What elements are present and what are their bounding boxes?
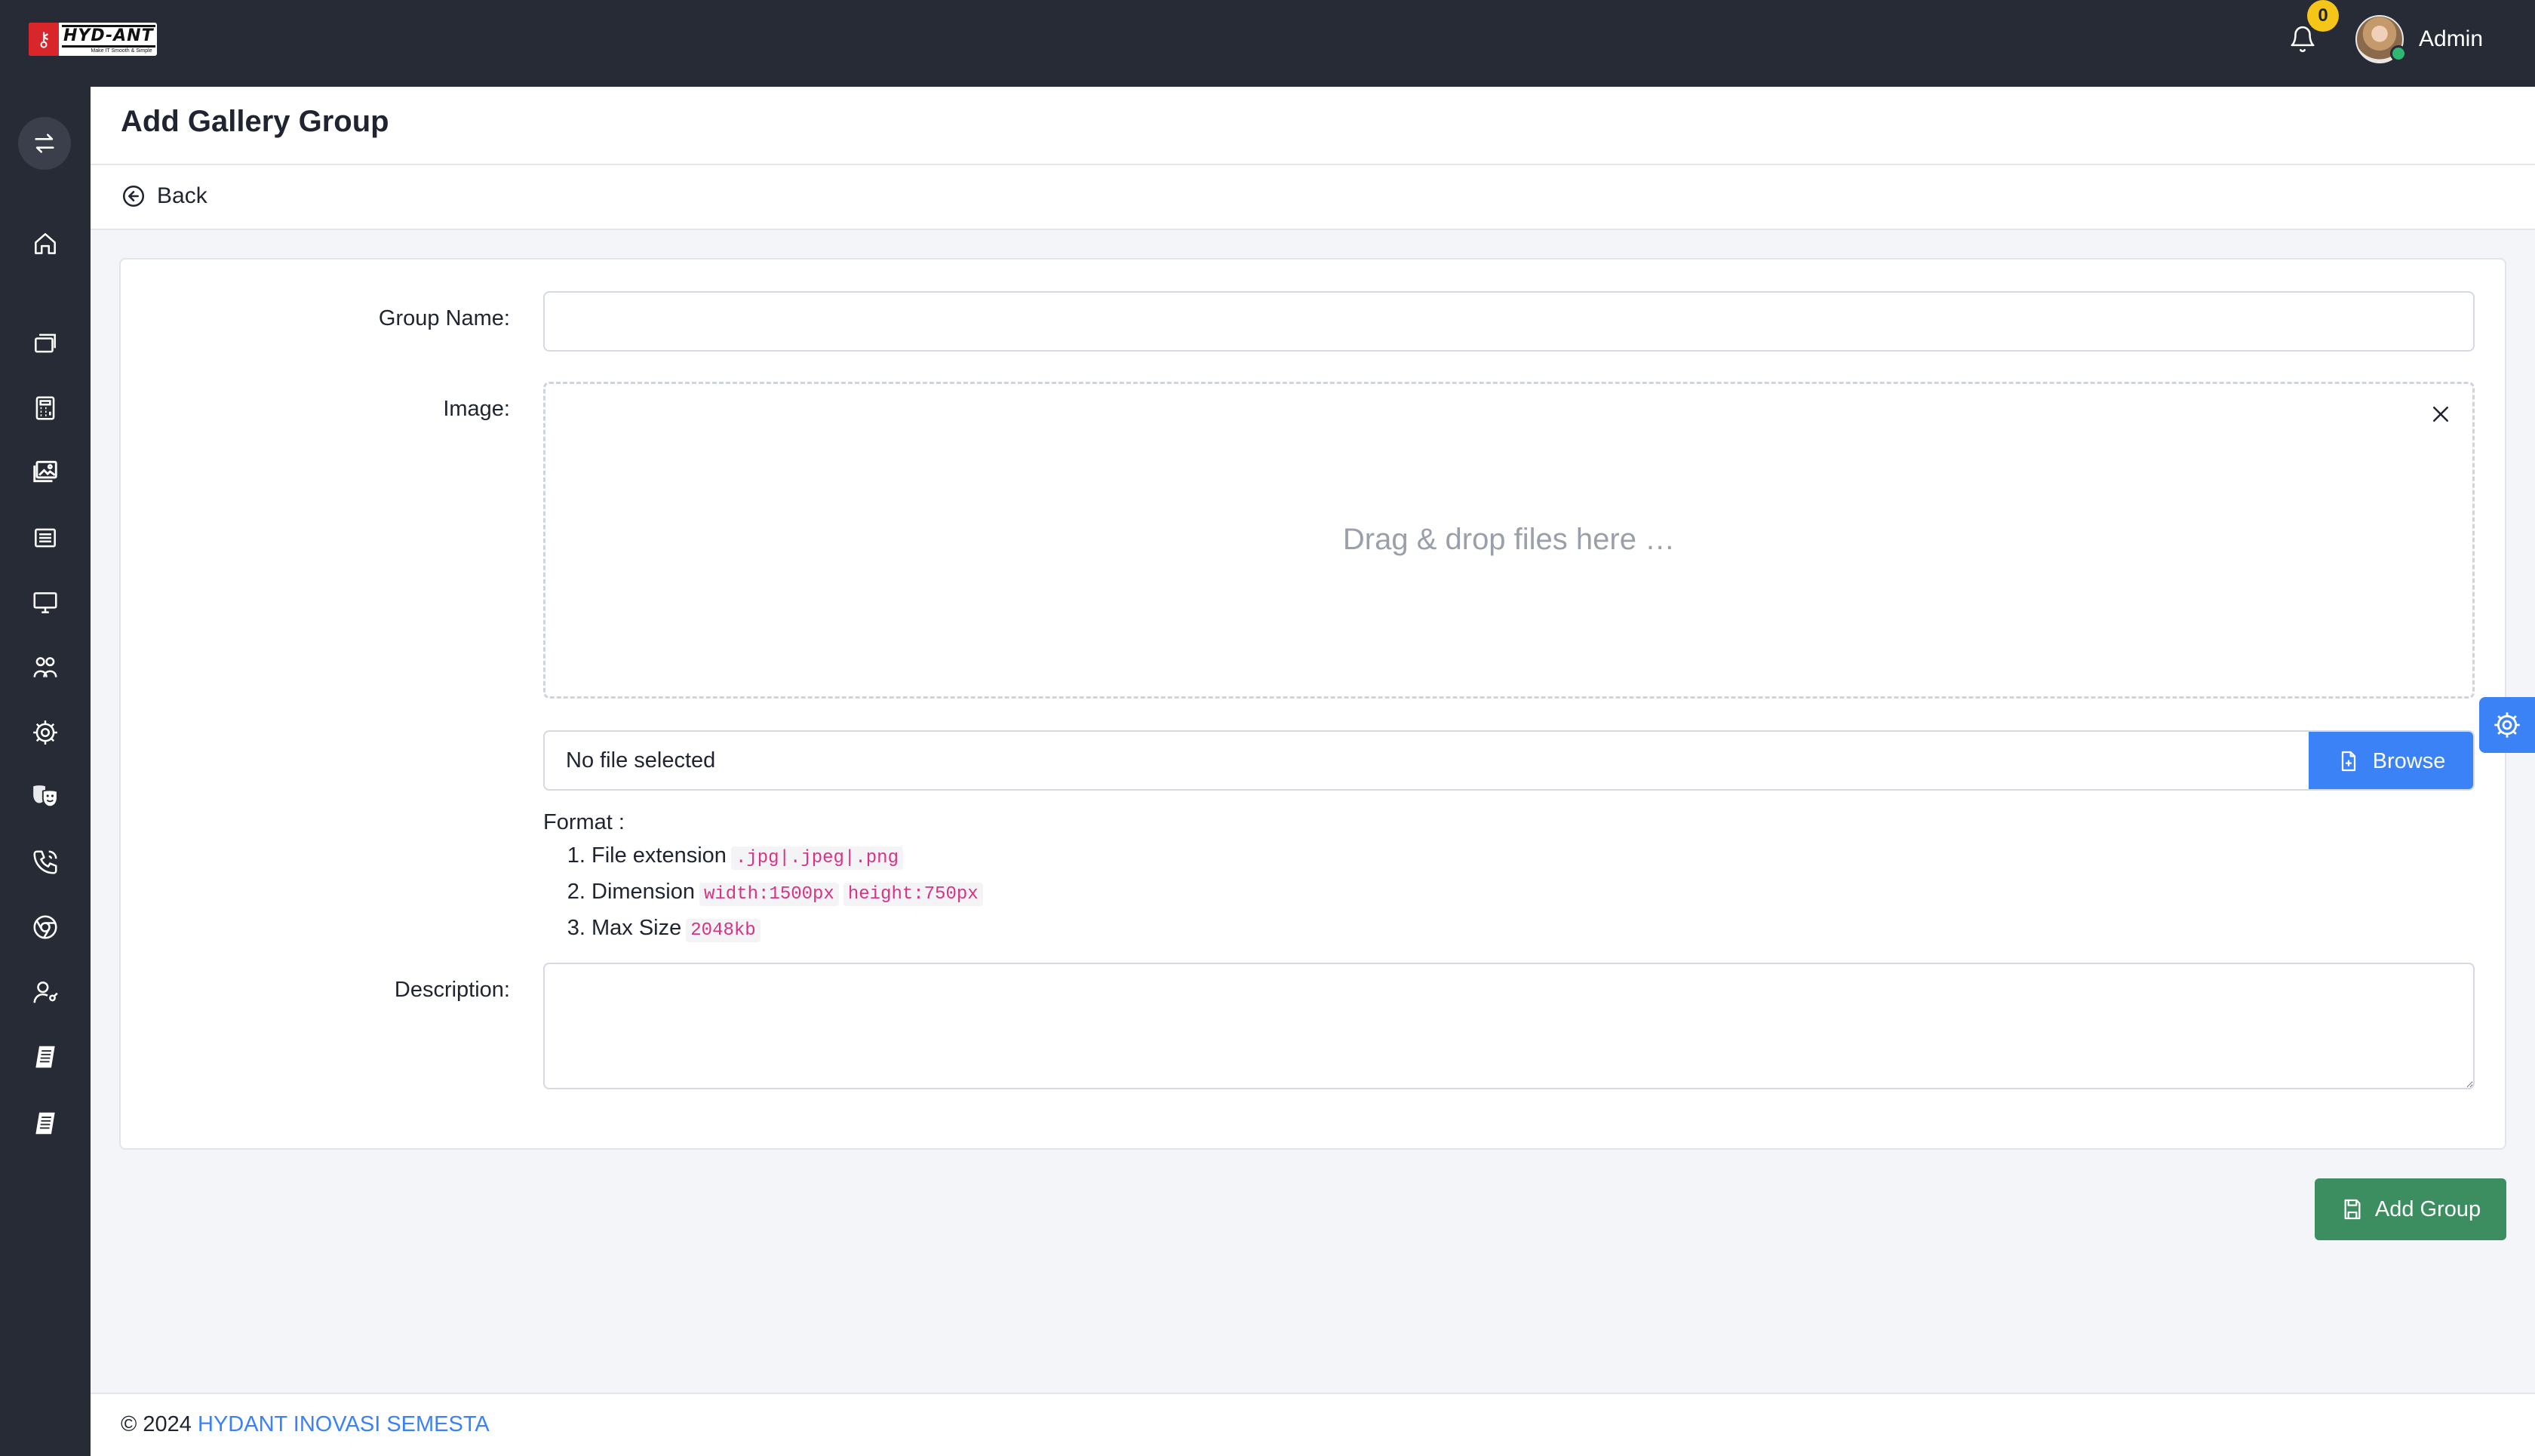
swap-arrows-icon — [35, 134, 54, 153]
logo-text: HYD-ANT — [62, 25, 155, 48]
group-name-input[interactable] — [543, 291, 2475, 352]
settings-panel-toggle[interactable] — [2479, 697, 2535, 753]
page-title: Add Gallery Group — [121, 105, 389, 138]
format-item-max-size: Max Size2048kb — [592, 911, 983, 948]
sidebar-item-chrome-icon[interactable] — [29, 911, 62, 944]
sidebar-toggle-button[interactable] — [18, 117, 71, 170]
format-title: Format : — [543, 810, 625, 834]
description-textarea[interactable] — [543, 963, 2475, 1089]
sidebar-item-gear-icon[interactable] — [29, 716, 62, 749]
browse-label: Browse — [2372, 748, 2446, 773]
add-group-label: Add Group — [2374, 1196, 2481, 1221]
sidebar-item-user-key-icon[interactable] — [29, 975, 62, 1009]
top-navbar: ⚷ HYD-ANT Make IT Smooth & Simple 0 Admi… — [0, 0, 2535, 87]
file-add-icon — [2341, 751, 2355, 772]
close-icon — [2433, 407, 2448, 422]
format-code: 2048kb — [686, 919, 760, 942]
sidebar-item-list-icon[interactable] — [29, 521, 62, 554]
sidebar-item-phone-call-icon[interactable] — [29, 846, 62, 879]
group-name-label: Group Name: — [378, 306, 510, 330]
file-status-text: No file selected — [566, 748, 716, 773]
sidebar-item-calculator-icon[interactable] — [29, 392, 62, 425]
format-code: width:1500px — [699, 883, 839, 906]
gear-icon — [2494, 712, 2520, 738]
format-list: File extension.jpg|.jpeg|.png Dimensionw… — [543, 839, 983, 948]
logo-tagline: Make IT Smooth & Simple — [91, 48, 152, 54]
logo-mark-icon: ⚷ — [29, 23, 59, 56]
notification-count-badge: 0 — [2307, 0, 2339, 32]
back-link[interactable]: Back — [121, 183, 207, 209]
file-input[interactable]: No file selected Browse — [543, 730, 2475, 791]
format-code: height:750px — [843, 883, 983, 906]
copyright-text: © 2024 — [121, 1412, 192, 1436]
format-item-extension: File extension.jpg|.jpeg|.png — [592, 839, 983, 875]
add-group-button[interactable]: Add Group — [2315, 1178, 2506, 1240]
image-label: Image: — [443, 397, 510, 421]
company-link[interactable]: HYDANT INOVASI SEMESTA — [198, 1412, 490, 1436]
back-label: Back — [157, 183, 207, 208]
dropzone-text: Drag & drop files here … — [1342, 523, 1676, 556]
save-icon — [2344, 1199, 2361, 1220]
footer-text: © 2024 HYDANT INOVASI SEMESTA — [121, 1412, 490, 1437]
back-toolbar: Back — [91, 165, 2535, 230]
image-dropzone[interactable]: Drag & drop files here … — [543, 382, 2475, 699]
footer: © 2024 HYDANT INOVASI SEMESTA — [91, 1393, 2535, 1456]
sidebar-item-document-icon[interactable] — [29, 1040, 62, 1074]
sidebar-item-monitor-icon[interactable] — [29, 586, 62, 619]
sidebar-item-document-icon[interactable] — [29, 1107, 62, 1140]
user-name[interactable]: Admin — [2419, 26, 2483, 53]
page-header: Add Gallery Group — [91, 87, 2535, 165]
sidebar-item-gallery-icon[interactable] — [29, 455, 62, 488]
arrow-left-circle-icon — [122, 185, 145, 207]
format-code: .jpg|.jpeg|.png — [730, 846, 903, 870]
sidebar-item-stack-icon[interactable] — [29, 327, 62, 360]
format-item-dimension: Dimensionwidth:1500pxheight:750px — [592, 875, 983, 911]
online-status-dot — [2390, 45, 2407, 62]
sidebar-item-users-group-icon[interactable] — [29, 651, 62, 684]
format-requirements: Format : File extension.jpg|.jpeg|.png D… — [543, 806, 983, 948]
sidebar — [0, 87, 91, 1456]
form-card: Group Name: Image: Drag & drop files her… — [119, 258, 2506, 1150]
description-label: Description: — [394, 978, 510, 1002]
dropzone-clear-button[interactable] — [2426, 399, 2456, 429]
browse-button[interactable]: Browse — [2309, 732, 2473, 789]
brand-logo[interactable]: ⚷ HYD-ANT Make IT Smooth & Simple — [29, 23, 157, 56]
sidebar-item-theater-masks-icon[interactable] — [29, 779, 62, 812]
sidebar-item-home-icon[interactable] — [29, 227, 62, 260]
